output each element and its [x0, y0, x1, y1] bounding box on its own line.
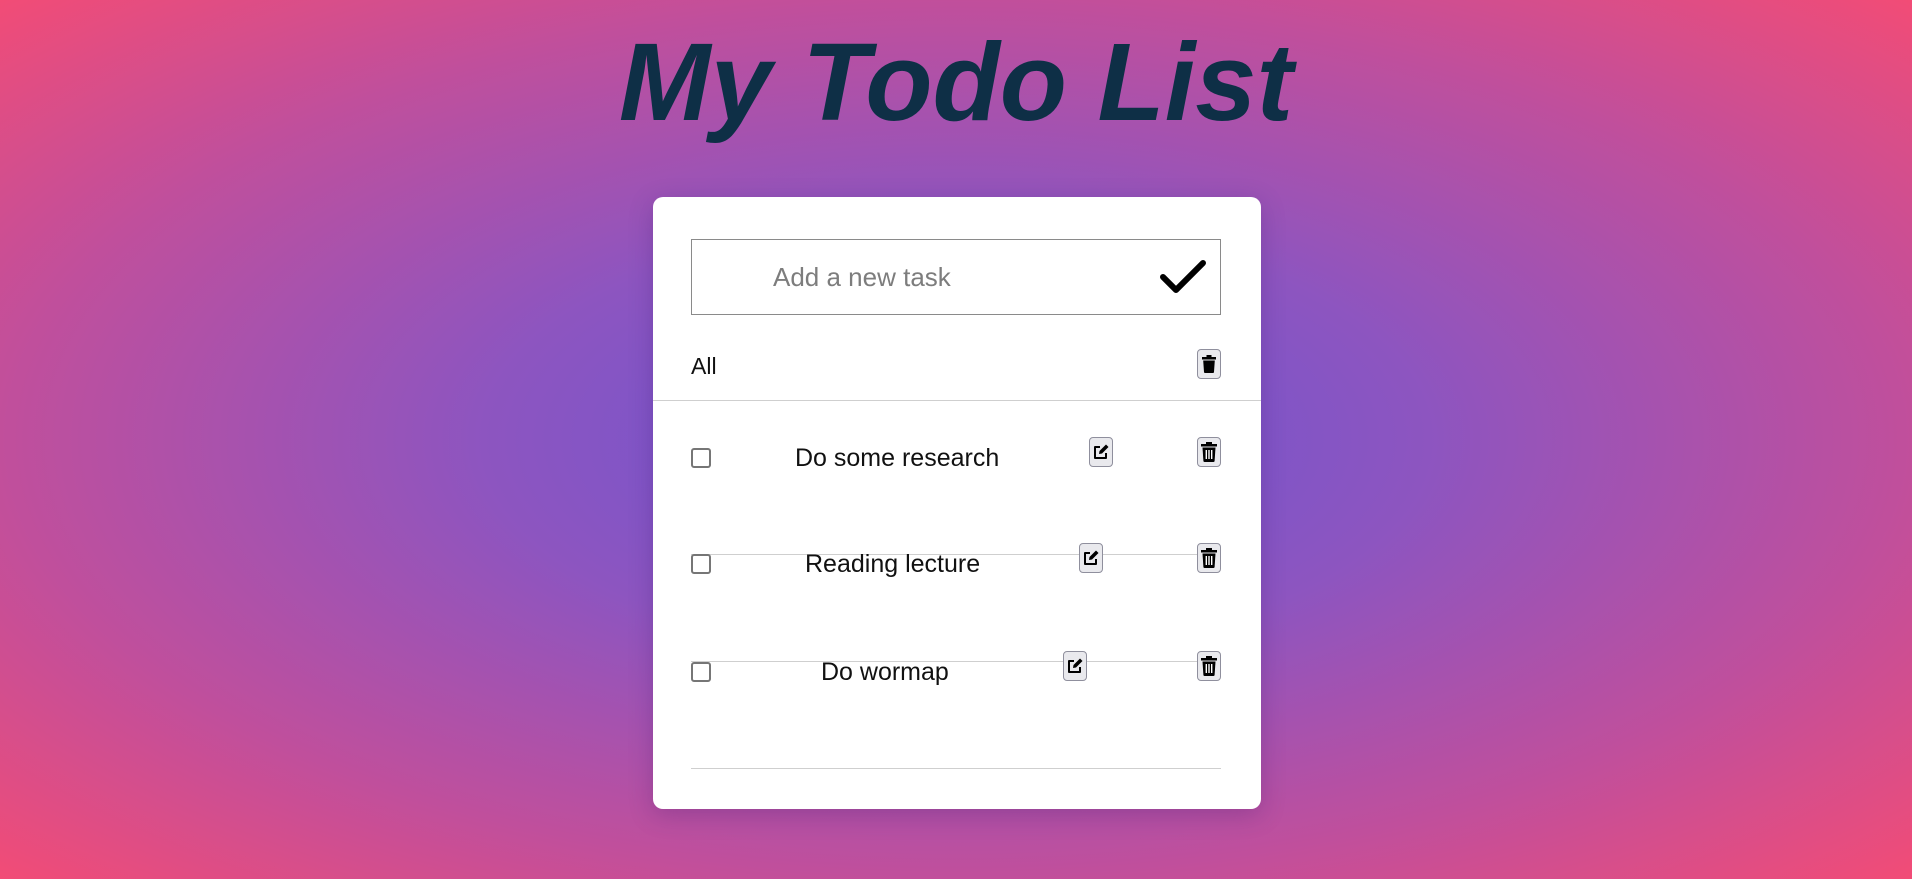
edit-task-button[interactable]	[1079, 543, 1103, 573]
filter-all-label[interactable]: All	[691, 353, 717, 380]
trash-icon	[1202, 355, 1216, 373]
todo-list: Do some research Reading lecture Do worm…	[691, 437, 1221, 769]
edit-icon	[1068, 658, 1083, 673]
delete-task-button[interactable]	[1197, 543, 1221, 573]
divider	[653, 400, 1261, 401]
todo-item: Do some research	[691, 437, 1221, 555]
todo-text: Do some research	[795, 444, 1000, 472]
clear-all-button[interactable]	[1197, 349, 1221, 379]
trash-icon	[1201, 442, 1217, 462]
trash-icon	[1201, 548, 1217, 568]
add-task-button[interactable]	[1160, 258, 1206, 296]
new-task-input[interactable]	[692, 240, 1132, 314]
edit-icon	[1094, 444, 1109, 459]
todo-card: All Do some research	[653, 197, 1261, 809]
filter-row: All	[691, 347, 1221, 383]
todo-item: Reading lecture	[691, 543, 1221, 662]
checkmark-icon	[1160, 260, 1206, 293]
todo-checkbox[interactable]	[691, 448, 711, 468]
trash-icon	[1201, 656, 1217, 676]
edit-task-button[interactable]	[1089, 437, 1113, 467]
page-title: My Todo List	[618, 21, 1294, 144]
edit-task-button[interactable]	[1063, 651, 1087, 681]
todo-text: Reading lecture	[805, 550, 981, 578]
todo-checkbox[interactable]	[691, 554, 711, 574]
delete-task-button[interactable]	[1197, 651, 1221, 681]
todo-item: Do wormap	[691, 651, 1221, 769]
edit-icon	[1084, 550, 1099, 565]
new-task-form	[691, 239, 1221, 315]
todo-checkbox[interactable]	[691, 662, 711, 682]
delete-task-button[interactable]	[1197, 437, 1221, 467]
todo-text: Do wormap	[821, 658, 949, 686]
